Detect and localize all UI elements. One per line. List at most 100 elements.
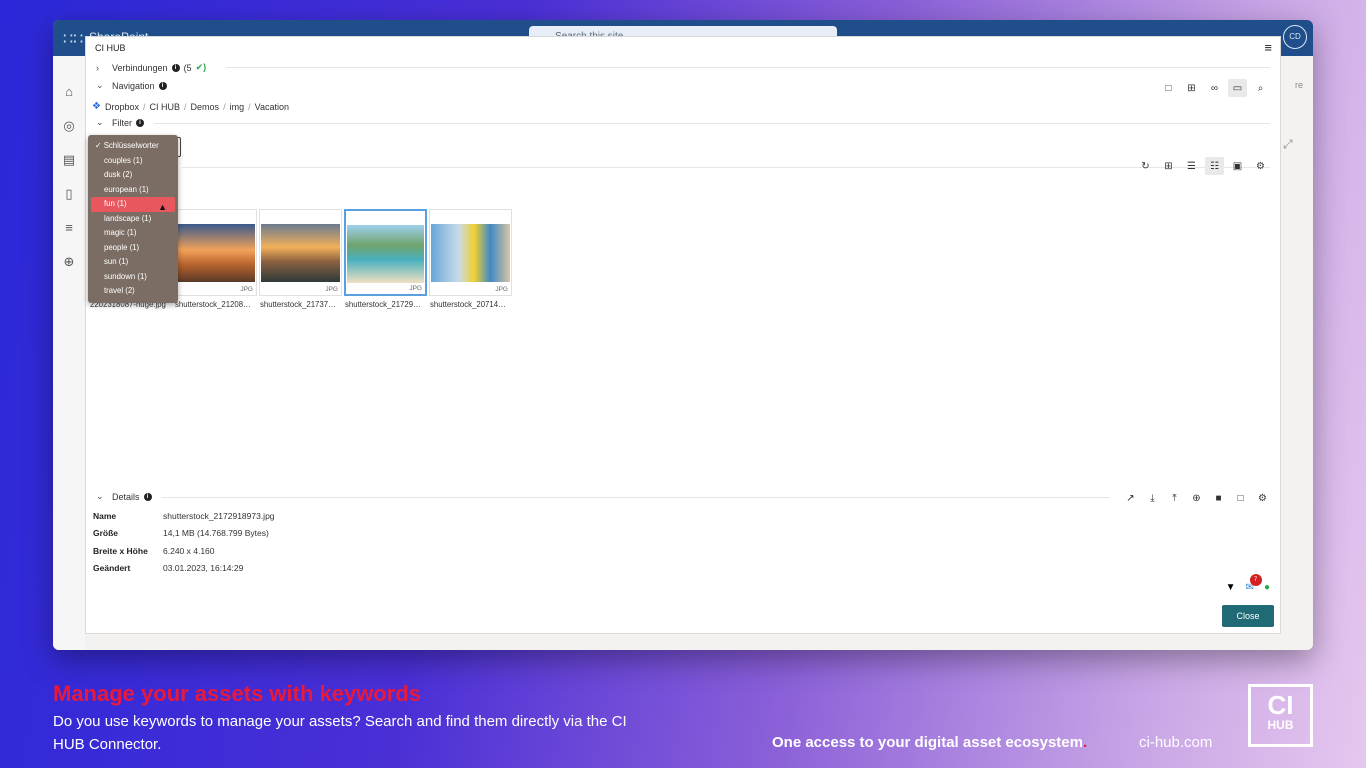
filter-label: Filter [112,117,132,128]
asset-thumbnail-selected[interactable]: JPG [344,209,427,296]
info-icon[interactable]: i [136,118,144,127]
settings-gear-icon[interactable]: ⚙ [1253,489,1272,507]
grid-view-icon[interactable]: ☷ [1205,157,1224,175]
cart-icon[interactable]: ▼ [1226,582,1236,593]
connections-count: (5 [183,62,192,73]
navigation-toolbar: □ ⊞ ∞ ▭ ⌕ [1159,79,1270,97]
tagline-text: One access to your digital asset ecosyst… [772,734,1083,751]
keyword-option[interactable]: landscape (1) [91,212,175,227]
notification-badge: 7 [1249,574,1262,586]
sharepoint-left-rail: ⌂ ◎ ▤ ▯ ≡ ⊕ [53,56,85,650]
details-key: Geändert [93,562,131,573]
colosseum-image [176,224,255,282]
keyword-option[interactable]: sun (1) [91,255,175,270]
breadcrumb-item[interactable]: Dropbox [105,102,139,112]
details-row: Name shutterstock_2172918973.jpg [93,511,275,528]
keyword-option[interactable]: magic (1) [91,226,175,241]
home-icon[interactable]: ⌂ [61,84,77,100]
list-icon[interactable]: ≡ [61,220,77,236]
breadcrumb-item[interactable]: img [230,102,245,112]
globe-icon[interactable]: ◎ [61,118,77,134]
details-row: Größe 14,1 MB (14.768.799 Bytes) [93,528,275,545]
avatar[interactable]: CD [1283,25,1307,49]
lock-icon[interactable]: ■ [1209,489,1228,507]
add-icon[interactable]: ⊞ [1159,157,1178,175]
upload-icon[interactable]: ⤒ [1165,489,1184,507]
hamburger-menu-icon[interactable]: ≡ [1264,40,1272,55]
close-button[interactable]: Close [1222,605,1274,627]
file-type-label: JPG [409,285,422,292]
check-icon: ✔) [195,62,207,72]
asset-name[interactable]: shutterstock_20714… [430,300,515,309]
breadcrumb-item[interactable]: Vacation [255,102,289,112]
navigation-section[interactable]: ⌄ Navigation i [96,80,167,91]
breadcrumb-item[interactable]: CI HUB [150,102,181,112]
details-table: Name shutterstock_2172918973.jpg Größe 14,… [93,511,275,580]
view-toolbar: ↻ ⊞ ☰ ☷ ▣ ⚙ [1136,157,1270,175]
trash-icon[interactable]: □ [1159,79,1178,97]
keyword-option[interactable]: european (1) [91,183,175,198]
info-icon[interactable]: i [143,492,152,501]
keyword-dropdown[interactable]: ✓ Schlüsselworter couples (1) dusk (2) e… [88,135,178,303]
add-icon[interactable]: ⊕ [61,254,77,270]
keyword-option-hovered[interactable]: fun (1) ▲ [91,197,175,212]
connections-section[interactable]: › Verbindungen i (5 ✔) [96,62,206,73]
mail-icon[interactable]: ✉ 7 [1246,574,1262,593]
breadcrumb-item[interactable]: Demos [191,102,220,112]
news-icon[interactable]: ▤ [61,152,77,168]
zoom-icon[interactable]: ⊕ [1187,489,1206,507]
keyword-option[interactable]: people (1) [91,241,175,256]
link-icon[interactable]: ∞ [1205,79,1224,97]
logo-top-text: CI [1267,690,1294,720]
filter-section[interactable]: ⌄ Filter i [96,117,144,128]
details-key: Name [93,511,117,521]
settings-gear-icon[interactable]: ⚙ [1251,157,1270,175]
asset-name[interactable]: shutterstock_21208… [175,300,260,309]
asset-name[interactable]: shutterstock_21729… [345,300,430,309]
chevron-down-icon[interactable]: ⌄ [96,117,108,128]
chevron-right-icon[interactable]: › [96,63,108,73]
chevron-down-icon[interactable]: ⌄ [96,491,108,502]
keyword-option-label: fun (1) [104,199,127,208]
asset-thumbnail[interactable]: JPG [174,209,257,296]
trash-icon[interactable]: □ [1231,489,1250,507]
keyword-option[interactable]: sundown (1) [91,270,175,285]
keyword-option[interactable]: couples (1) [91,154,175,169]
asset-thumbnail[interactable]: JPG [259,209,342,296]
info-icon[interactable]: i [171,63,180,72]
divider [226,67,1270,68]
details-value: shutterstock_2172918973.jpg [163,511,275,521]
promo-headline: Manage your assets with keywords [53,681,422,706]
app-launcher-icon[interactable]: ∷∷ [63,29,83,49]
details-value: 6.240 x 4.160 [163,545,215,556]
keyword-option[interactable]: dusk (2) [91,168,175,183]
expand-icon[interactable]: ⤢ [1283,137,1293,152]
details-section[interactable]: ⌄ Details i [96,491,152,502]
list-view-icon[interactable]: ☰ [1182,157,1201,175]
search-icon[interactable]: ⌕ [1251,79,1270,97]
add-folder-icon[interactable]: ⊞ [1182,79,1201,97]
details-row: Breite x Höhe 6.240 x 4.160 [93,546,275,563]
document-icon[interactable]: ▯ [61,186,77,202]
folder-icon[interactable]: ▭ [1228,79,1247,97]
asset-thumbnail[interactable]: JPG [429,209,512,296]
footer-toolbar: ▼ ✉ 7 ● [1226,574,1270,593]
ci-hub-logo: CI HUB [1248,684,1313,747]
keyword-option[interactable]: travel (2) [91,284,175,299]
panel-title: CI HUB [95,43,126,53]
card-view-icon[interactable]: ▣ [1228,157,1247,175]
chevron-down-icon[interactable]: ⌄ [96,80,108,91]
asset-grid: JPG JPG JPG JPG [174,209,512,296]
info-icon[interactable]: i [158,81,167,90]
download-icon[interactable]: ⤓ [1143,489,1162,507]
promo-tagline: One access to your digital asset ecosyst… [772,734,1087,751]
beach-image [347,225,424,283]
website-link[interactable]: ci-hub.com [1139,734,1212,751]
refresh-icon[interactable]: ↻ [1136,157,1155,175]
divider [161,497,1110,498]
asset-name[interactable]: shutterstock_21737… [260,300,345,309]
details-row: Geändert 03.01.2023, 16:14:29 [93,563,275,580]
open-external-icon[interactable]: ↗ [1121,489,1140,507]
keyword-option[interactable]: ✓ Schlüsselworter [91,139,175,154]
user-icon[interactable]: ● [1264,582,1270,593]
